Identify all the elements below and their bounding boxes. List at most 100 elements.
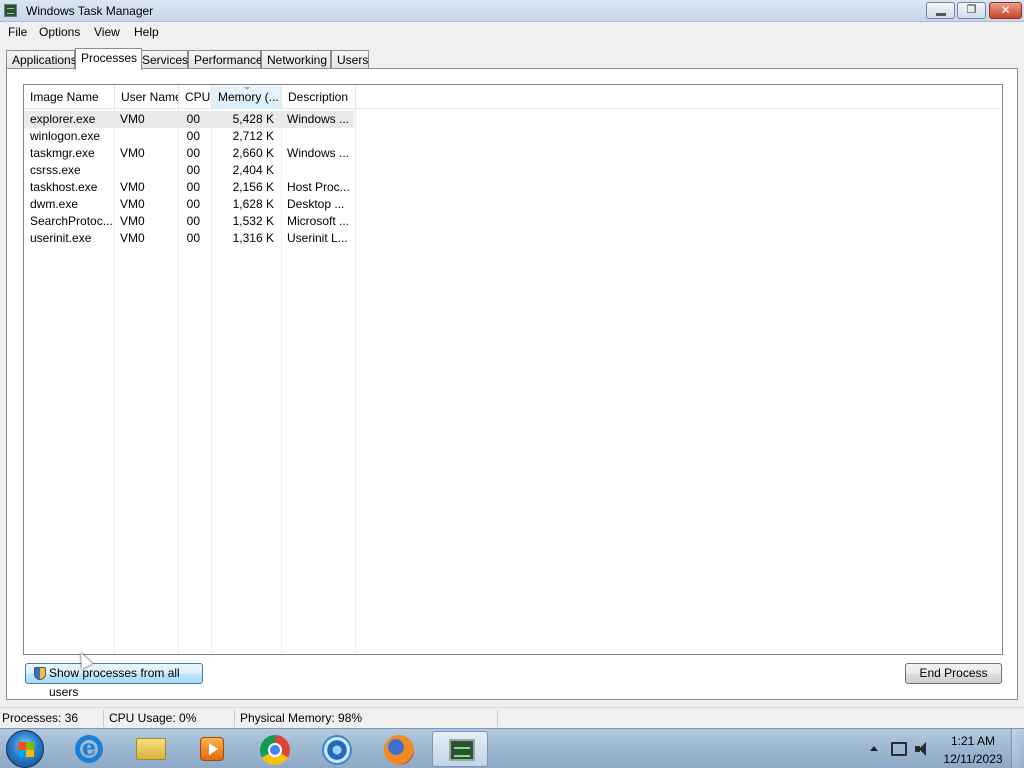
cell-cpu: 00 (186, 112, 200, 126)
status-divider (497, 710, 498, 727)
tab-processes[interactable]: Processes (75, 48, 142, 70)
tab-networking[interactable]: Networking (261, 50, 331, 69)
maximize-button[interactable]: ❐ (957, 2, 986, 19)
cell-cpu: 00 (186, 163, 200, 177)
clock-time[interactable]: 1:21 AM (940, 734, 1006, 748)
status-cpu-usage: CPU Usage: 0% (109, 711, 197, 725)
cell-description: Desktop ... (287, 197, 345, 211)
table-row[interactable]: SearchProtoc... VM0 00 1,532 K Microsoft… (24, 213, 354, 230)
close-icon: ✕ (1000, 3, 1011, 17)
table-row[interactable]: explorer.exe VM0 00 5,428 K Windows ... (24, 111, 354, 128)
clock-date[interactable]: 12/11/2023 (940, 752, 1006, 766)
menu-options[interactable]: Options (39, 25, 80, 39)
show-desktop-button[interactable] (1011, 729, 1024, 768)
cell-cpu: 00 (186, 146, 200, 160)
cell-image-name: dwm.exe (30, 197, 79, 211)
show-all-users-button[interactable]: Show processes from all users (25, 663, 203, 699)
tab-users[interactable]: Users (331, 50, 369, 69)
taskbar-explorer[interactable] (123, 731, 179, 767)
chrome-browser-icon (322, 735, 352, 765)
cell-image-name: taskhost.exe (30, 180, 98, 194)
status-divider (103, 710, 104, 727)
cell-description: Microsoft ... (287, 214, 350, 228)
status-physical-memory: Physical Memory: 98% (240, 711, 363, 725)
cell-description (287, 128, 355, 145)
close-button[interactable]: ✕ (989, 2, 1022, 19)
minimize-button[interactable] (926, 2, 955, 19)
cell-memory: 1,316 K (232, 231, 274, 245)
cell-description: Host Proc... (287, 180, 350, 194)
cell-cpu: 00 (186, 214, 200, 228)
table-row[interactable]: winlogon.exe 00 2,712 K (24, 128, 354, 145)
column-user-name[interactable]: User Name (115, 85, 179, 109)
menu-help[interactable]: Help (134, 25, 159, 39)
uac-shield-icon (34, 667, 46, 680)
process-list[interactable]: Image Name User Name CPU Memory (... Des… (23, 84, 1003, 655)
volume-icon[interactable] (915, 742, 931, 756)
cell-description: Windows ... (287, 146, 350, 160)
cell-user-name (120, 162, 180, 179)
column-cpu[interactable]: CPU (179, 85, 212, 109)
table-row[interactable]: csrss.exe 00 2,404 K (24, 162, 354, 179)
cell-user-name: VM0 (120, 146, 145, 160)
firefox-icon (384, 735, 414, 765)
cell-user-name: VM0 (120, 214, 145, 228)
chrome-icon (260, 735, 290, 765)
column-image-name[interactable]: Image Name (24, 85, 115, 109)
cell-user-name: VM0 (120, 197, 145, 211)
tab-services[interactable]: Services (136, 50, 188, 69)
table-row[interactable]: userinit.exe VM0 00 1,316 K Userinit L..… (24, 230, 354, 247)
status-divider (234, 710, 235, 727)
column-description[interactable]: Description (282, 85, 356, 109)
table-row[interactable]: taskhost.exe VM0 00 2,156 K Host Proc... (24, 179, 354, 196)
menu-view[interactable]: View (94, 25, 120, 39)
cell-memory: 1,628 K (232, 197, 274, 211)
cell-image-name: userinit.exe (30, 231, 92, 245)
status-processes: Processes: 36 (2, 711, 79, 725)
title-bar[interactable]: Windows Task Manager ❐ ✕ (0, 0, 1024, 22)
cell-memory: 2,404 K (232, 163, 274, 177)
cell-memory: 5,428 K (232, 112, 274, 126)
taskbar-firefox[interactable] (371, 731, 427, 767)
tab-performance[interactable]: Performance (188, 50, 263, 69)
cell-user-name (120, 128, 180, 145)
start-button[interactable] (6, 730, 44, 768)
cell-description: Userinit L... (287, 231, 348, 245)
menu-file[interactable]: File (8, 25, 27, 39)
show-hidden-icons-chevron-icon[interactable] (870, 746, 878, 751)
taskbar: e 1:21 AM 12/11/2023 (0, 728, 1024, 768)
internet-explorer-icon: e (75, 735, 103, 763)
column-divider (355, 109, 356, 654)
cell-description (287, 162, 355, 179)
window-title: Windows Task Manager (26, 4, 154, 18)
table-row[interactable]: taskmgr.exe VM0 00 2,660 K Windows ... (24, 145, 354, 162)
taskbar-chromium[interactable] (309, 731, 365, 767)
cell-image-name: explorer.exe (30, 112, 96, 126)
minimize-icon (927, 3, 954, 18)
table-row[interactable]: dwm.exe VM0 00 1,628 K Desktop ... (24, 196, 354, 213)
cell-image-name: csrss.exe (30, 163, 81, 177)
cell-memory: 2,156 K (232, 180, 274, 194)
end-process-button[interactable]: End Process (905, 663, 1002, 684)
cell-image-name: winlogon.exe (30, 129, 101, 143)
cell-image-name: SearchProtoc... (30, 214, 113, 228)
menu-bar: File Options View Help (0, 22, 1024, 42)
cell-cpu: 00 (186, 231, 200, 245)
taskbar-internet-explorer[interactable]: e (62, 731, 118, 767)
cell-user-name: VM0 (120, 180, 145, 194)
cell-memory: 2,712 K (232, 129, 274, 143)
taskbar-media-player[interactable] (184, 731, 240, 767)
cell-memory: 2,660 K (232, 146, 274, 160)
tab-applications[interactable]: Applications (6, 50, 77, 69)
status-bar: Processes: 36 CPU Usage: 0% Physical Mem… (0, 707, 1024, 728)
taskbar-task-manager[interactable] (432, 731, 488, 767)
taskbar-chrome[interactable] (247, 731, 303, 767)
task-manager-icon (449, 739, 475, 761)
media-player-icon (200, 737, 224, 761)
network-icon[interactable] (891, 742, 907, 756)
cell-cpu: 00 (186, 180, 200, 194)
task-manager-app-icon (4, 4, 17, 17)
folder-icon (136, 738, 166, 760)
cell-image-name: taskmgr.exe (30, 146, 95, 160)
list-header: Image Name User Name CPU Memory (... Des… (24, 85, 1002, 109)
